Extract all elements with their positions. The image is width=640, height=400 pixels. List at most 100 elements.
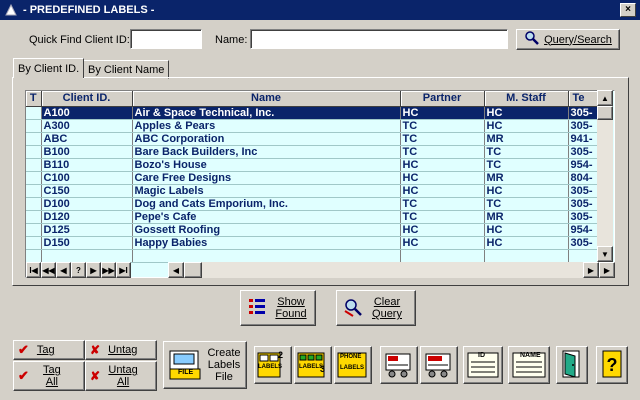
- arrow-up-icon: ▲: [601, 93, 609, 103]
- name-input[interactable]: [250, 29, 508, 49]
- tag-all-button[interactable]: ✔ Tag All: [13, 361, 85, 391]
- m-staff-cell: MR: [484, 132, 569, 146]
- help-icon: ?: [602, 350, 622, 381]
- table-row[interactable]: C150 Magic Labels HC HC 305-: [26, 184, 609, 198]
- untag-button[interactable]: ✘ Untag: [85, 340, 157, 360]
- labels-2-across-button[interactable]: 2 LABELS: [254, 346, 292, 384]
- table-row[interactable]: A100 Air & Space Technical, Inc. HC HC 305-: [26, 106, 609, 120]
- partner-cell: TC: [400, 119, 485, 133]
- tag-cell: [26, 119, 42, 133]
- tag-cell: [26, 223, 42, 237]
- previous-page-button[interactable]: ◀◀: [41, 262, 56, 278]
- tag-button[interactable]: ✔ Tag: [13, 340, 85, 360]
- table-row[interactable]: D100 Dog and Cats Emporium, Inc. TC TC 305-: [26, 197, 609, 211]
- name-cell: Apples & Pears: [132, 119, 401, 133]
- labels-2-text: LABELS: [258, 364, 282, 370]
- client-id-cell: B110: [41, 158, 133, 172]
- clear-search-icon: [343, 297, 363, 320]
- table-row[interactable]: D150 Happy Babies HC HC 305-: [26, 236, 609, 250]
- m-staff-cell: TC: [484, 197, 569, 211]
- grid-horizontal-scrollbar[interactable]: ◀ ▶ ▶: [168, 262, 615, 278]
- table-row[interactable]: ABC ABC Corporation TC MR 941-: [26, 132, 609, 146]
- tab-by-client-id[interactable]: By Client ID.: [13, 58, 85, 78]
- phone-labels-button[interactable]: PHONE LABELS: [334, 346, 372, 384]
- horizontal-scroll-thumb[interactable]: [184, 262, 202, 278]
- table-row[interactable]: A300 Apples & Pears TC HC 305-: [26, 119, 609, 133]
- table-row[interactable]: C100 Care Free Designs HC MR 804-: [26, 171, 609, 185]
- clients-grid[interactable]: T Client ID. Name Partner M. Staff Te A1…: [25, 90, 615, 278]
- m-staff-cell: TC: [484, 158, 569, 172]
- arrow-right-icon: ▶: [587, 265, 595, 275]
- untag-all-button[interactable]: ✘ Untag All: [85, 361, 157, 391]
- untag-label: Untag: [108, 344, 138, 356]
- clear-query-button[interactable]: Clear Query: [336, 290, 416, 326]
- client-id-cell: A300: [41, 119, 133, 133]
- predefined-labels-window: - PREDEFINED LABELS - × Quick Find Clien…: [0, 0, 640, 400]
- table-row[interactable]: D120 Pepe's Cafe TC MR 305-: [26, 210, 609, 224]
- empty-row: [26, 249, 609, 263]
- scroll-right-end-button[interactable]: ▶: [599, 262, 615, 278]
- table-row[interactable]: D125 Gossett Roofing HC HC 954-: [26, 223, 609, 237]
- col-header-m-staff[interactable]: M. Staff: [484, 91, 569, 107]
- rolodex-id-button[interactable]: [380, 346, 418, 384]
- x-mark-all-icon: ✘: [90, 369, 101, 383]
- labels-3-across-button[interactable]: 3 LABELS: [294, 346, 332, 384]
- m-staff-cell: HC: [484, 119, 569, 133]
- col-header-t[interactable]: T: [26, 91, 42, 107]
- scroll-down-button[interactable]: ▼: [597, 246, 613, 262]
- labels-2-icon: 2 LABELS: [256, 350, 290, 380]
- show-found-button[interactable]: Show Found: [240, 290, 316, 326]
- query-search-button[interactable]: Query/Search: [516, 29, 620, 50]
- app-icon: [3, 2, 19, 18]
- tag-cell: [26, 184, 42, 198]
- arrow-left-icon: ◀: [172, 265, 180, 275]
- create-labels-file-button[interactable]: FILE Create Labels File: [163, 341, 247, 389]
- title-bar[interactable]: - PREDEFINED LABELS - ×: [0, 0, 640, 20]
- client-id-cell: B100: [41, 145, 133, 159]
- scroll-right-button[interactable]: ▶: [583, 262, 599, 278]
- query-search-label: Query/Search: [544, 33, 612, 46]
- tag-cell: [26, 106, 42, 120]
- table-row[interactable]: B100 Bare Back Builders, Inc TC TC 305-: [26, 145, 609, 159]
- find-record-button[interactable]: ?: [71, 262, 86, 278]
- scroll-up-button[interactable]: ▲: [597, 90, 613, 106]
- arrow-right-small-icon: ▶: [603, 265, 611, 275]
- clients-table: T Client ID. Name Partner M. Staff Te A1…: [26, 91, 609, 263]
- file-icon-text: FILE: [178, 369, 194, 376]
- id-card-button[interactable]: ID: [463, 346, 503, 384]
- name-cell: Bare Back Builders, Inc: [132, 145, 401, 159]
- client-id-cell: D150: [41, 236, 133, 250]
- rolodex-name-button[interactable]: [420, 346, 458, 384]
- name-card-button[interactable]: NAME: [508, 346, 550, 384]
- next-page-button[interactable]: ▶▶: [101, 262, 116, 278]
- last-record-button[interactable]: ▶I: [116, 262, 131, 278]
- partner-cell: HC: [400, 184, 485, 198]
- col-header-client-id[interactable]: Client ID.: [41, 91, 133, 107]
- client-id-cell: D120: [41, 210, 133, 224]
- name-card-text: NAME: [520, 352, 541, 359]
- arrow-down-icon: ▼: [601, 249, 609, 259]
- col-header-partner[interactable]: Partner: [400, 91, 485, 107]
- partner-cell: TC: [400, 210, 485, 224]
- name-cell: Care Free Designs: [132, 171, 401, 185]
- grid-vertical-scrollbar[interactable]: ▲ ▼: [597, 90, 613, 262]
- m-staff-cell: HC: [484, 223, 569, 237]
- partner-cell: TC: [400, 145, 485, 159]
- table-row[interactable]: B110 Bozo's House HC TC 954-: [26, 158, 609, 172]
- vertical-scroll-thumb[interactable]: [597, 106, 613, 120]
- client-id-cell: C150: [41, 184, 133, 198]
- m-staff-cell: HC: [484, 236, 569, 250]
- next-record-button[interactable]: ▶: [86, 262, 101, 278]
- close-button[interactable]: ×: [620, 3, 636, 17]
- grid-header-row: T Client ID. Name Partner M. Staff Te: [26, 91, 609, 107]
- x-mark-icon: ✘: [90, 343, 101, 357]
- col-header-name[interactable]: Name: [132, 91, 401, 107]
- tag-cell: [26, 132, 42, 146]
- first-record-button[interactable]: I◀: [26, 262, 41, 278]
- tag-cell: [26, 158, 42, 172]
- scroll-left-button[interactable]: ◀: [168, 262, 184, 278]
- client-id-input[interactable]: [130, 29, 202, 49]
- previous-record-button[interactable]: ◀: [56, 262, 71, 278]
- exit-button[interactable]: [556, 346, 588, 384]
- help-button[interactable]: ?: [596, 346, 628, 384]
